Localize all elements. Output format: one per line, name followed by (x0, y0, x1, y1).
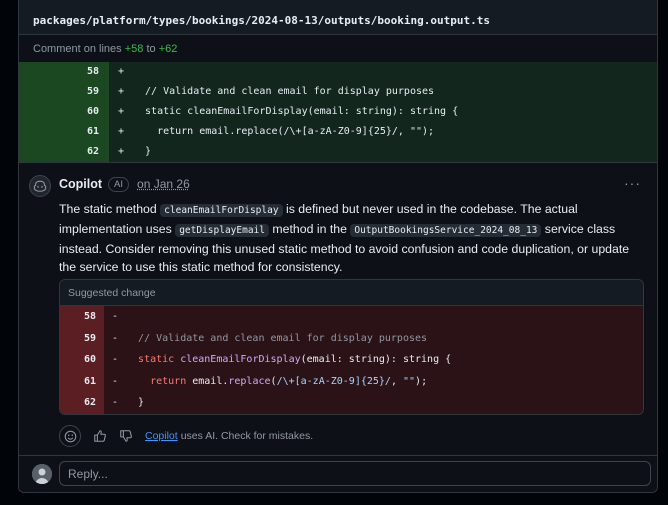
diff-sign: - (111, 375, 119, 387)
line-number: 59 (19, 82, 109, 102)
line-code: - return email.replace(/\+[a-zA-Z0-9]{25… (104, 370, 643, 393)
thumbs-down-button[interactable] (115, 425, 137, 447)
inline-code: cleanEmailForDisplay (160, 204, 283, 217)
line-number: 59 (60, 327, 104, 350)
diff-line: 58 + (19, 62, 657, 82)
review-comment: Copilot AI on Jan 26 ··· The static meth… (19, 162, 657, 462)
code-text: // Validate and clean email for display … (133, 86, 435, 97)
diff-hunk: 58 + 59 + // Validate and clean email fo… (19, 62, 657, 162)
line-code: + return email.replace(/\+[a-zA-Z0-9]{25… (109, 122, 657, 142)
line-number: 58 (19, 62, 109, 82)
diff-sign: + (117, 86, 125, 97)
more-options-icon[interactable]: ··· (624, 175, 641, 191)
code-text: email. (192, 375, 229, 387)
line-code: - // Validate and clean email for displa… (104, 327, 643, 350)
user-avatar-icon (32, 464, 52, 484)
line-number: 58 (60, 306, 104, 328)
comment-range-prefix: Comment on lines (33, 43, 122, 55)
code-text: } (138, 397, 145, 409)
line-number: 62 (19, 142, 109, 162)
line-code: - (104, 306, 643, 328)
diff-sign: - (111, 332, 119, 344)
thumbs-down-icon (120, 430, 132, 442)
suggested-change: Suggested change 58 - 59 - // Validate a… (59, 279, 644, 415)
diff-sign: + (117, 146, 125, 157)
line-code: + } (109, 142, 657, 162)
code-text: ); (415, 375, 428, 387)
line-number: 62 (60, 392, 104, 414)
line-number: 60 (60, 349, 104, 371)
comment-range-joiner: to (146, 43, 156, 55)
comment-range-end: +62 (158, 43, 178, 55)
suggestion-line: 58 - (60, 306, 643, 328)
suggestion-line: 59 - // Validate and clean email for dis… (60, 327, 643, 350)
user-avatar[interactable] (32, 464, 52, 484)
line-number: 60 (19, 102, 109, 122)
comment-date[interactable]: on Jan 26 (137, 177, 190, 191)
line-code: - } (104, 392, 643, 414)
diff-sign: + (117, 106, 125, 117)
diff-line: 60 + static cleanEmailForDisplay(email: … (19, 102, 657, 122)
comment-author[interactable]: Copilot (59, 177, 102, 191)
line-code: + (109, 62, 657, 82)
line-number: 61 (19, 122, 109, 142)
ai-disclaimer: uses AI. Check for mistakes. (180, 430, 314, 442)
review-thread-panel: packages/platform/types/bookings/2024-08… (18, 0, 658, 493)
file-header: packages/platform/types/bookings/2024-08… (19, 0, 657, 35)
code-keyword: static (138, 354, 175, 366)
code-keyword: return (150, 375, 187, 387)
comment-range-start: +58 (124, 43, 144, 55)
code-text: static cleanEmailForDisplay(email: strin… (133, 106, 459, 117)
file-path[interactable]: packages/platform/types/bookings/2024-08… (33, 14, 490, 27)
code-function: replace (228, 375, 271, 387)
diff-line: 59 + // Validate and clean email for dis… (19, 82, 657, 102)
code-function: cleanEmailForDisplay (180, 354, 301, 366)
suggestion-lines: 58 - 59 - // Validate and clean email fo… (60, 306, 643, 414)
diff-sign: + (117, 66, 125, 77)
thumbs-up-icon (94, 430, 106, 442)
smiley-icon (64, 430, 76, 442)
line-code: + // Validate and clean email for displa… (109, 82, 657, 102)
code-comment: // Validate and clean email for display … (138, 332, 428, 344)
code-text: , (390, 375, 403, 387)
ai-badge: AI (108, 176, 130, 192)
comment-body: The static method cleanEmailForDisplay i… (59, 200, 639, 276)
copilot-icon (33, 180, 47, 192)
comment-line-range: Comment on lines +58 to +62 (19, 35, 657, 62)
inline-code: OutputBookingsService_2024_08_13 (350, 224, 542, 237)
line-code: + static cleanEmailForDisplay(email: str… (109, 102, 657, 122)
line-code: - static cleanEmailForDisplay(email: str… (104, 349, 643, 371)
diff-sign: - (111, 354, 119, 366)
diff-sign: + (117, 126, 125, 137)
code-string: "" (403, 375, 416, 387)
reply-bar (19, 455, 657, 492)
inline-code: getDisplayEmail (175, 224, 269, 237)
code-text: return email.replace(/\+[a-zA-Z0-9]{25}/… (133, 126, 435, 137)
copilot-avatar[interactable] (29, 175, 51, 197)
diff-line: 62 + } (19, 142, 657, 162)
suggestion-line: 61 - return email.replace(/\+[a-zA-Z0-9]… (60, 370, 643, 393)
line-number: 61 (60, 370, 104, 393)
comment-header: Copilot AI on Jan 26 (59, 175, 190, 193)
suggestion-line: 62 - } (60, 392, 643, 414)
suggestion-line: 60 - static cleanEmailForDisplay(email: … (60, 349, 643, 371)
code-text: } (133, 146, 152, 157)
comment-footer: Copilot uses AI. Check for mistakes. (59, 425, 313, 447)
diff-sign: - (111, 397, 119, 409)
code-text: (email: string): string { (300, 354, 452, 366)
thumbs-up-button[interactable] (89, 425, 111, 447)
add-reaction-button[interactable] (59, 425, 81, 447)
copilot-link[interactable]: Copilot (145, 430, 178, 442)
diff-sign: - (111, 311, 119, 322)
suggested-change-header: Suggested change (60, 280, 643, 306)
body-text: The static method (59, 202, 161, 216)
diff-line: 61 + return email.replace(/\+[a-zA-Z0-9]… (19, 122, 657, 142)
reply-input[interactable] (59, 461, 651, 486)
code-regex: /\+[a-zA-Z0-9]{25}/ (276, 375, 391, 387)
body-text: method in the (269, 222, 351, 236)
